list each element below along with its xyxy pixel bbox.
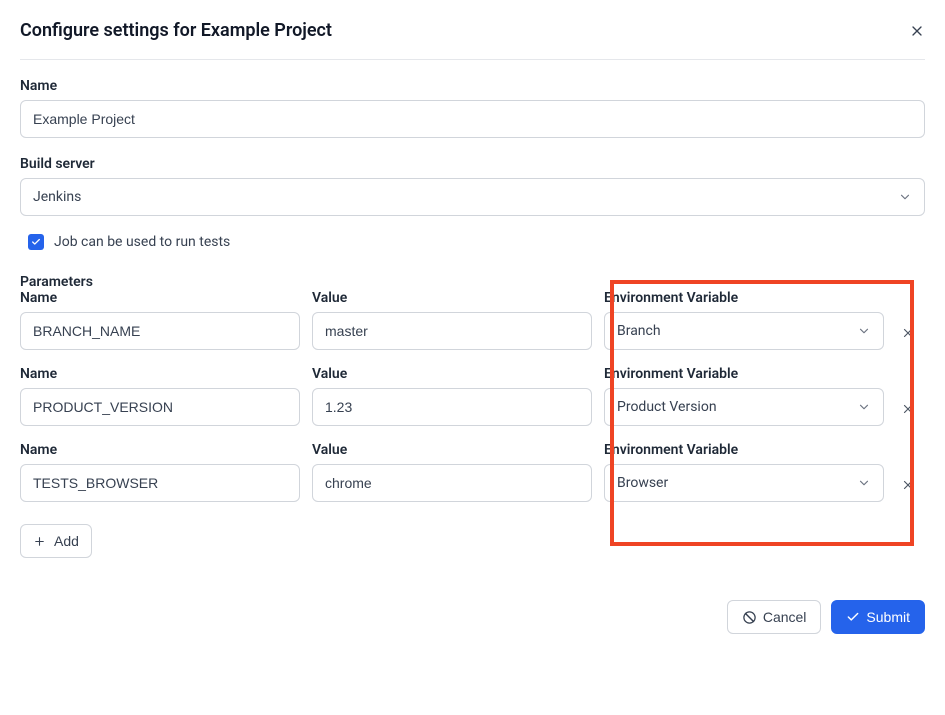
- param-name-label: Name: [20, 366, 300, 382]
- param-row: Name Value Environment Variable Browser: [20, 442, 925, 502]
- param-env-label: Environment Variable: [604, 366, 884, 382]
- param-value-label: Value: [312, 290, 592, 306]
- close-icon: [901, 402, 915, 416]
- cancel-icon: [742, 610, 757, 625]
- cancel-button[interactable]: Cancel: [727, 600, 822, 634]
- param-value-input[interactable]: [312, 312, 592, 350]
- build-server-label: Build server: [20, 156, 925, 172]
- parameters-label: Parameters: [20, 274, 925, 290]
- name-input[interactable]: [20, 100, 925, 138]
- param-value-label: Value: [312, 366, 592, 382]
- cancel-label: Cancel: [763, 609, 807, 625]
- submit-label: Submit: [866, 609, 910, 625]
- param-delete-button[interactable]: [896, 478, 920, 502]
- chevron-down-icon: [857, 476, 871, 490]
- run-tests-checkbox[interactable]: [28, 234, 44, 250]
- check-icon: [846, 610, 860, 624]
- param-row: Name Value Environment Variable Branch: [20, 290, 925, 350]
- build-server-select[interactable]: Jenkins: [20, 178, 925, 216]
- param-name-input[interactable]: [20, 312, 300, 350]
- param-env-value: Product Version: [617, 399, 717, 415]
- param-row: Name Value Environment Variable Product …: [20, 366, 925, 426]
- name-label: Name: [20, 78, 925, 94]
- dialog-footer: Cancel Submit: [20, 600, 925, 634]
- add-parameter-button[interactable]: Add: [20, 524, 92, 558]
- param-env-label: Environment Variable: [604, 442, 884, 458]
- check-icon: [31, 237, 41, 247]
- param-name-label: Name: [20, 290, 300, 306]
- param-value-input[interactable]: [312, 388, 592, 426]
- close-button[interactable]: [909, 23, 925, 39]
- param-name-label: Name: [20, 442, 300, 458]
- param-value-input[interactable]: [312, 464, 592, 502]
- parameters-grid: Name Value Environment Variable Branch N…: [20, 290, 925, 502]
- param-name-input[interactable]: [20, 388, 300, 426]
- close-icon: [901, 478, 915, 492]
- param-env-select[interactable]: Product Version: [604, 388, 884, 426]
- plus-icon: [33, 535, 46, 548]
- close-icon: [901, 326, 915, 340]
- chevron-down-icon: [898, 190, 912, 204]
- param-delete-button[interactable]: [896, 326, 920, 350]
- add-label: Add: [54, 533, 79, 549]
- chevron-down-icon: [857, 400, 871, 414]
- param-value-label: Value: [312, 442, 592, 458]
- submit-button[interactable]: Submit: [831, 600, 925, 634]
- param-name-input[interactable]: [20, 464, 300, 502]
- dialog-header: Configure settings for Example Project: [20, 20, 925, 60]
- param-env-value: Browser: [617, 475, 668, 491]
- param-delete-button[interactable]: [896, 402, 920, 426]
- param-env-value: Branch: [617, 323, 661, 339]
- close-icon: [909, 23, 925, 39]
- run-tests-label: Job can be used to run tests: [54, 234, 230, 250]
- chevron-down-icon: [857, 324, 871, 338]
- param-env-label: Environment Variable: [604, 290, 884, 306]
- build-server-value: Jenkins: [33, 189, 81, 205]
- name-field: Name: [20, 78, 925, 138]
- param-env-select[interactable]: Browser: [604, 464, 884, 502]
- run-tests-row: Job can be used to run tests: [20, 234, 925, 250]
- dialog-title: Configure settings for Example Project: [20, 20, 332, 41]
- param-env-select[interactable]: Branch: [604, 312, 884, 350]
- build-server-field: Build server Jenkins: [20, 156, 925, 216]
